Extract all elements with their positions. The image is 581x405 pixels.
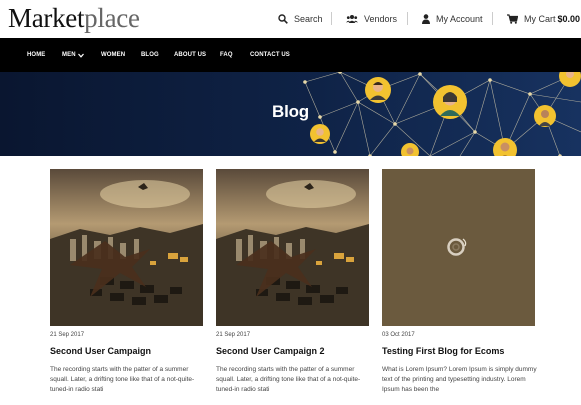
account-link[interactable]: My Account (422, 12, 483, 26)
users-icon (346, 15, 358, 23)
post-date: 21 Sep 2017 (216, 332, 251, 338)
nav-item-men[interactable]: MEN (62, 38, 84, 72)
nav-item-faq[interactable]: FAQ (220, 38, 233, 72)
nav-item-men-label: MEN (62, 52, 76, 58)
blog-post-card[interactable] (50, 169, 203, 326)
blog-post-card[interactable] (216, 169, 369, 326)
header-divider (407, 12, 408, 25)
main-nav: HOME MEN WOMEN BLOG ABOUT US FAQ CONTACT… (0, 38, 581, 72)
header-divider (492, 12, 493, 25)
logo-text-dark: Market (8, 3, 85, 33)
post-thumbnail-loading[interactable] (382, 169, 535, 326)
search-label: Search (294, 14, 323, 24)
nav-item-blog[interactable]: BLOG (141, 38, 159, 72)
post-title[interactable]: Testing First Blog for Ecoms (382, 346, 504, 356)
chevron-down-icon (77, 53, 84, 58)
post-excerpt: The recording starts with the patter of … (216, 366, 361, 393)
account-label: My Account (436, 14, 483, 24)
search-icon (278, 14, 288, 24)
user-icon (422, 14, 430, 24)
loading-spinner-icon (447, 238, 467, 256)
post-title[interactable]: Second User Campaign (50, 346, 151, 356)
nav-item-women[interactable]: WOMEN (101, 38, 125, 72)
post-date: 21 Sep 2017 (50, 332, 85, 338)
header-divider (331, 12, 332, 25)
blog-post-card[interactable] (382, 169, 535, 326)
cart-total: $0.00 (557, 14, 581, 24)
post-thumbnail[interactable] (216, 169, 369, 326)
vendors-link[interactable]: Vendors (346, 12, 397, 26)
nav-item-contact-us[interactable]: CONTACT US (250, 38, 290, 72)
logo-text-light: place (84, 3, 140, 33)
nav-item-about-us[interactable]: ABOUT US (174, 38, 206, 72)
blog-hero-banner: Blog (0, 72, 581, 156)
nav-item-home[interactable]: HOME (27, 38, 45, 72)
post-title[interactable]: Second User Campaign 2 (216, 346, 325, 356)
post-excerpt: What is Lorem Ipsum? Lorem Ipsum is simp… (382, 366, 537, 393)
vendors-label: Vendors (364, 14, 398, 24)
page-title: Blog (272, 102, 309, 121)
cart-label: My Cart (524, 14, 556, 24)
site-header: Marketplace Search Vendors My Account My… (0, 0, 581, 38)
post-thumbnail[interactable] (50, 169, 203, 326)
search-link[interactable]: Search (278, 12, 323, 26)
cart-icon (507, 14, 518, 24)
post-date: 03 Oct 2017 (382, 332, 415, 338)
post-excerpt: The recording starts with the patter of … (50, 366, 195, 393)
site-logo[interactable]: Marketplace (8, 3, 140, 33)
cart-link[interactable]: My Cart $0.00 (507, 12, 580, 26)
